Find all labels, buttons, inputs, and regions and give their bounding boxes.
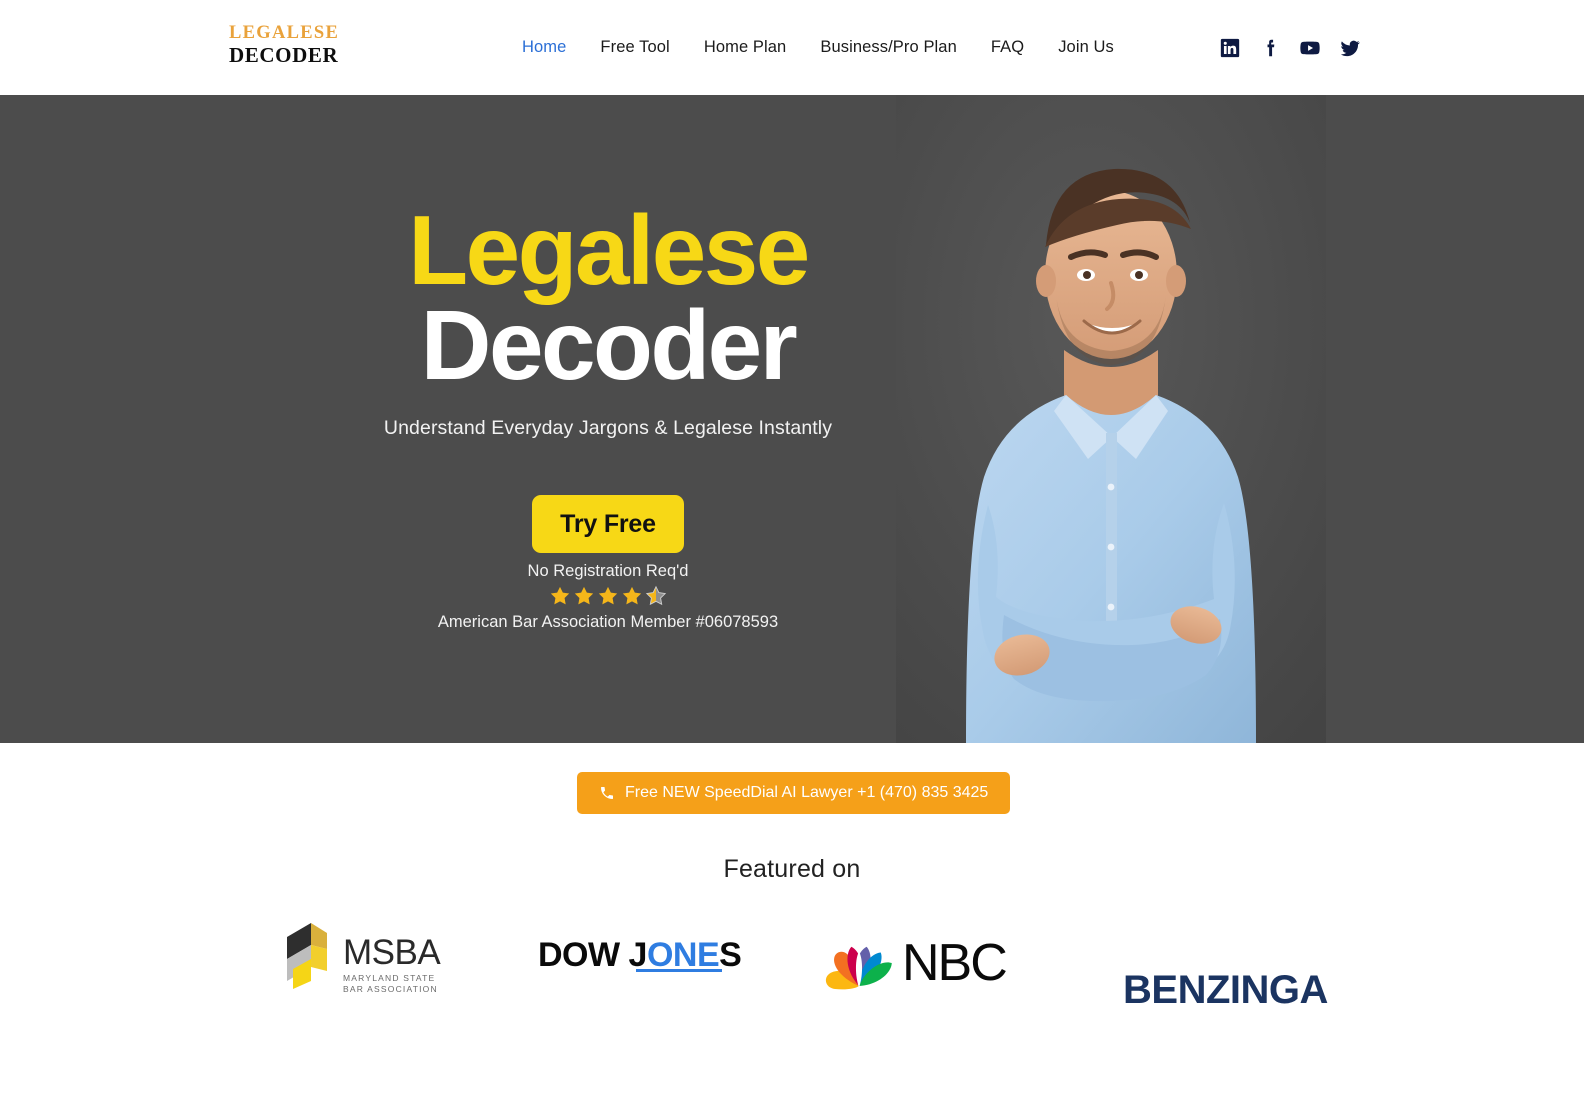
hero-title-line2: Decoder [420,290,798,401]
twitter-link[interactable] [1339,37,1361,59]
star-filled-icon [574,586,594,605]
star-filled-icon [550,586,570,605]
msba-text: MSBA MARYLAND STATE BAR ASSOCIATION [343,919,441,996]
main-navigation: Home Free Tool Home Plan Business/Pro Pl… [505,0,1131,95]
logo-msba[interactable]: MSBA MARYLAND STATE BAR ASSOCIATION [281,919,441,996]
dow-jones-part1: DOW J [538,936,647,974]
dow-jones-part2: ONE [646,936,720,974]
no-registration-note: No Registration Req'd [527,562,689,580]
brand-logo-line1: LEGALESE [229,23,340,43]
hero-subtitle: Understand Everyday Jargons & Legalese I… [383,417,833,439]
youtube-icon [1300,41,1320,54]
logo-nbc[interactable]: NBC [822,932,1008,994]
speeddial-phone-label: Free NEW SpeedDial AI Lawyer +1 (470) 83… [625,784,989,801]
msba-mark-icon [287,923,327,989]
logo-dow-jones[interactable]: DOW JONES [538,936,742,974]
brand-logo-line2: DECODER [229,42,339,67]
youtube-link[interactable] [1299,37,1321,59]
benzinga-wordmark: BENZINGA [1123,968,1328,1012]
hero-title: Legalese Decoder [0,195,1216,401]
featured-on-title: Featured on [723,855,861,883]
nav-item-home[interactable]: Home [505,38,583,57]
star-half-icon [645,585,667,606]
nav-item-free-tool[interactable]: Free Tool [583,38,686,57]
nav-item-faq[interactable]: FAQ [974,38,1041,57]
msba-wordmark: MSBA [343,933,441,972]
msba-subtitle: MARYLAND STATE BAR ASSOCIATION [343,973,440,996]
bar-association-note: American Bar Association Member #0607859… [437,613,779,631]
facebook-icon [1267,39,1275,56]
phone-cta-row: Free NEW SpeedDial AI Lawyer +1 (470) 83… [0,743,1584,843]
twitter-icon [1340,40,1360,56]
nav-item-business-pro-plan[interactable]: Business/Pro Plan [803,38,974,57]
facebook-link[interactable] [1259,37,1281,59]
linkedin-link[interactable] [1219,37,1241,59]
hero-cta-block: Try Free No Registration Req'd American … [0,495,1216,632]
logo-benzinga[interactable]: BENZINGA [1123,970,1328,1010]
hero-section: Legalese Decoder Understand Everyday Jar… [0,95,1584,743]
hero-title-line1: Legalese [408,195,810,305]
site-header: LEGALESE DECODER Home Free Tool Home Pla… [0,0,1584,95]
dow-jones-part3: S [719,936,742,974]
nbc-peacock-icon [825,946,892,990]
featured-on-section: Featured on MSBA MARYLAND STATE BAR ASSO… [0,855,1584,1044]
msba-subtitle-line2: BAR ASSOCIATION [343,984,438,995]
dow-jones-wordmark: DOW JONES [538,936,742,974]
brand-logo[interactable]: LEGALESE DECODER [229,23,340,67]
social-links [1219,0,1361,95]
featured-logo-strip: MSBA MARYLAND STATE BAR ASSOCIATION DOW … [0,884,1584,1044]
nbc-wordmark: NBC [902,934,1008,992]
hero-copy: Legalese Decoder Understand Everyday Jar… [0,95,1216,743]
rating-stars [549,585,667,607]
nav-item-home-plan[interactable]: Home Plan [687,38,804,57]
star-filled-icon [598,586,618,605]
nav-item-join-us[interactable]: Join Us [1041,38,1131,57]
speeddial-phone-button[interactable]: Free NEW SpeedDial AI Lawyer +1 (470) 83… [577,772,1011,814]
msba-subtitle-line1: MARYLAND STATE [343,973,436,983]
phone-icon [601,787,613,799]
star-filled-icon [622,586,642,605]
linkedin-icon [1220,38,1240,57]
try-free-button[interactable]: Try Free [532,495,684,553]
